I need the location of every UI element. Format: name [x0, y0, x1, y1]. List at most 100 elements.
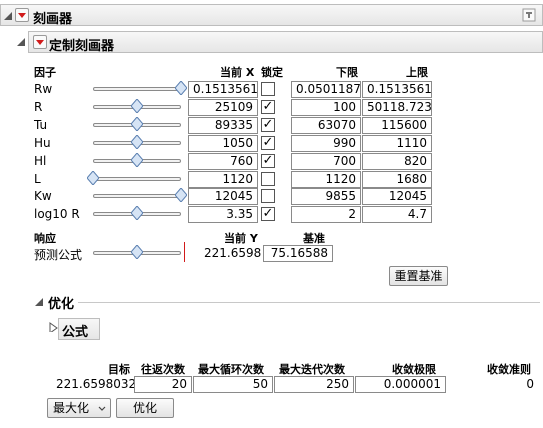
optimize-button[interactable]: 优化 [116, 398, 174, 418]
factor-name: log10 R [34, 207, 80, 221]
response-slider[interactable] [93, 245, 181, 259]
baseline-column-header: 基准 [303, 232, 325, 245]
factor-current-value-field[interactable]: 760 [188, 153, 258, 170]
response-slider-thumb[interactable] [131, 245, 143, 259]
max-iter-field[interactable]: 250 [274, 376, 354, 393]
factor-column-header: 因子 [34, 66, 56, 79]
response-name: 预测公式 [34, 248, 83, 262]
response-column-header: 响应 [34, 232, 56, 245]
disclosure-expanded-icon[interactable] [3, 11, 13, 21]
factor-name: Kw [34, 189, 52, 203]
optimize-disclosure-icon[interactable] [34, 297, 44, 307]
reset-baseline-button[interactable]: 重置基准 [389, 266, 448, 286]
profiler-menu-button[interactable] [15, 8, 29, 22]
target-value: 221.6598032 [56, 377, 137, 391]
factor-low-field[interactable]: 1120 [291, 171, 361, 188]
factor-high-field[interactable]: 1110 [362, 135, 432, 152]
converge-limit-field[interactable]: 0.000001 [355, 376, 446, 393]
factor-lock-checkbox[interactable]: ✓ [261, 207, 275, 221]
factor-lock-checkbox[interactable] [261, 82, 275, 96]
factor-lock-checkbox[interactable]: ✓ [261, 118, 275, 132]
factor-slider[interactable] [93, 206, 181, 220]
custom-profiler-header: 定制刻画器 [28, 31, 543, 54]
profiler-title: 刻画器 [33, 12, 73, 27]
pin-icon[interactable] [522, 8, 536, 22]
factor-name: Tu [34, 118, 48, 132]
factor-slider-thumb[interactable] [87, 171, 99, 185]
max-loop-field[interactable]: 50 [193, 376, 273, 393]
factor-slider-thumb[interactable] [131, 117, 143, 131]
factor-high-field[interactable]: 820 [362, 153, 432, 170]
factor-current-value-field[interactable]: 1120 [188, 171, 258, 188]
factor-current-value-field[interactable]: 89335 [188, 117, 258, 134]
factor-name: Hu [34, 136, 51, 150]
factor-slider[interactable] [93, 81, 187, 95]
factor-name: L [34, 172, 41, 186]
response-baseline-field[interactable]: 75.16588 [263, 245, 333, 262]
factor-low-field[interactable]: 0.0501187 [291, 81, 361, 98]
converge-criteria-column-header: 收敛准则 [487, 363, 531, 376]
factor-slider-thumb[interactable] [131, 153, 143, 167]
factor-slider[interactable] [93, 188, 187, 202]
response-current-y: 221.6598 [204, 246, 262, 260]
factor-high-field[interactable]: 0.1513561 [362, 81, 432, 98]
factor-low-field[interactable]: 2 [291, 206, 361, 223]
factor-slider-thumb[interactable] [131, 135, 143, 149]
factor-slider-thumb[interactable] [175, 81, 187, 95]
factor-low-field[interactable]: 700 [291, 153, 361, 170]
factor-current-value-field[interactable]: 1050 [188, 135, 258, 152]
factor-slider[interactable] [93, 135, 181, 149]
passes-field[interactable]: 20 [134, 376, 192, 393]
factor-high-field[interactable]: 115600 [362, 117, 432, 134]
factor-high-field[interactable]: 12045 [362, 188, 432, 205]
current-x-column-header: 当前 X [220, 66, 255, 79]
mode-select-value: 最大化 [53, 401, 90, 415]
converge-criteria-value: 0 [526, 377, 534, 391]
custom-profiler-disclosure-icon[interactable] [16, 37, 26, 47]
lock-column-header: 锁定 [261, 66, 283, 79]
factor-lock-checkbox[interactable] [261, 189, 275, 203]
factor-high-field[interactable]: 1680 [362, 171, 432, 188]
factor-lock-checkbox[interactable]: ✓ [261, 136, 275, 150]
formula-title: 公式 [62, 325, 89, 340]
low-column-header: 下限 [336, 66, 358, 79]
response-limit-marker [184, 242, 185, 262]
optimize-title: 优化 [48, 297, 75, 312]
chevron-down-icon [98, 406, 106, 411]
factor-slider[interactable] [87, 171, 181, 185]
factor-lock-checkbox[interactable]: ✓ [261, 100, 275, 114]
factor-low-field[interactable]: 100 [291, 99, 361, 116]
factor-slider[interactable] [93, 99, 181, 113]
converge-limit-column-header: 收敛极限 [392, 363, 436, 376]
target-column-header: 目标 [108, 363, 130, 376]
factor-low-field[interactable]: 9855 [291, 188, 361, 205]
factor-current-value-field[interactable]: 25109 [188, 99, 258, 116]
optimize-divider [78, 302, 540, 303]
factor-low-field[interactable]: 990 [291, 135, 361, 152]
formula-header[interactable]: 公式 [58, 318, 100, 340]
custom-profiler-title: 定制刻画器 [49, 39, 115, 54]
factor-high-field[interactable]: 4.7 [362, 206, 432, 223]
factor-current-value-field[interactable]: 12045 [188, 188, 258, 205]
factor-name: Rw [34, 82, 53, 96]
current-y-column-header: 当前 Y [224, 232, 258, 245]
factor-name: Hl [34, 154, 47, 168]
factor-name: R [34, 100, 43, 114]
factor-current-value-field[interactable]: 0.1513561 [188, 81, 258, 98]
mode-select[interactable]: 最大化 [47, 398, 111, 418]
factor-slider[interactable] [93, 117, 181, 131]
factor-current-value-field[interactable]: 3.35 [188, 206, 258, 223]
factor-slider-thumb[interactable] [175, 188, 187, 202]
factor-low-field[interactable]: 63070 [291, 117, 361, 134]
factor-slider-thumb[interactable] [131, 206, 143, 220]
factor-lock-checkbox[interactable] [261, 172, 275, 186]
factor-high-field[interactable]: 50118.723 [362, 99, 432, 116]
factor-lock-checkbox[interactable]: ✓ [261, 154, 275, 168]
profiler-header: 刻画器 [0, 4, 543, 27]
factor-slider-thumb[interactable] [131, 99, 143, 113]
high-column-header: 上限 [406, 66, 428, 79]
custom-profiler-menu-button[interactable] [33, 35, 47, 49]
passes-column-header: 往返次数 [141, 363, 185, 376]
factor-slider[interactable] [93, 153, 181, 167]
max-iter-column-header: 最大迭代次数 [279, 363, 345, 376]
